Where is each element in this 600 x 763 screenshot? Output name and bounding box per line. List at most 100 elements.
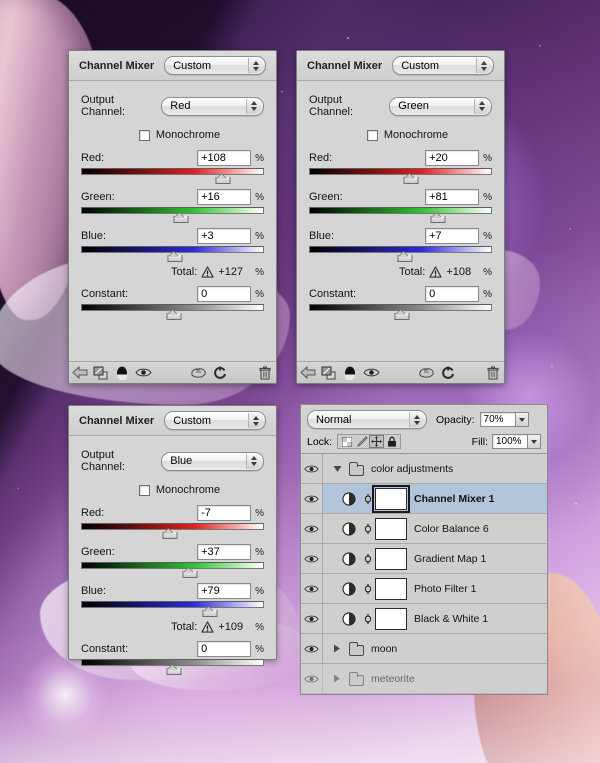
half-tone-icon[interactable] <box>112 366 133 380</box>
red-value-input[interactable]: +20 <box>425 150 480 166</box>
chevron-updown-icon[interactable] <box>476 58 491 73</box>
eye-icon[interactable] <box>301 604 323 633</box>
blue-slider-thumb[interactable] <box>167 252 183 262</box>
green-slider[interactable] <box>81 562 264 578</box>
blue-slider-thumb[interactable] <box>397 252 413 262</box>
hand-icon[interactable] <box>188 366 209 379</box>
layer-row-channel-mixer-1[interactable]: Channel Mixer 1 <box>301 484 547 514</box>
opacity-input[interactable]: 70% <box>479 412 516 427</box>
blue-slider[interactable] <box>81 246 264 262</box>
clip-to-layer-icon[interactable] <box>90 366 111 380</box>
chevron-updown-icon[interactable] <box>248 413 263 428</box>
constant-slider[interactable] <box>309 304 492 320</box>
layer-row-color-balance-6[interactable]: Color Balance 6 <box>301 514 547 544</box>
layer-row-moon[interactable]: moon <box>301 634 547 664</box>
monochrome-checkbox[interactable] <box>138 484 150 496</box>
blue-slider[interactable] <box>309 246 492 262</box>
trash-icon[interactable] <box>255 366 276 380</box>
green-slider[interactable] <box>81 207 264 223</box>
lock-button-group[interactable] <box>337 434 402 449</box>
channel-mixer-dialog-red[interactable]: Channel Mixer Custom Output Channel: Red… <box>68 50 277 384</box>
red-slider[interactable] <box>81 523 264 539</box>
fill-chevron-down-icon[interactable] <box>528 434 541 449</box>
opacity-chevron-down-icon[interactable] <box>515 412 529 427</box>
red-slider-thumb[interactable] <box>162 529 178 539</box>
eye-icon[interactable] <box>361 367 382 378</box>
constant-slider-thumb[interactable] <box>166 310 181 320</box>
green-value-input[interactable]: +16 <box>197 189 252 205</box>
output-channel-dropdown[interactable]: Green <box>389 96 492 116</box>
layer-row-color-adjustments[interactable]: color adjustments <box>301 454 547 484</box>
link-icon[interactable] <box>361 552 375 566</box>
red-slider[interactable] <box>81 168 264 184</box>
link-icon[interactable] <box>361 612 375 626</box>
monochrome-checkbox[interactable] <box>138 129 150 141</box>
constant-value-input[interactable]: 0 <box>197 286 252 302</box>
blend-mode-dropdown[interactable]: Normal <box>307 410 427 429</box>
reset-icon[interactable] <box>209 366 230 380</box>
layer-mask-thumbnail[interactable] <box>375 577 407 600</box>
preset-dropdown[interactable]: Custom <box>164 411 266 430</box>
preset-dropdown[interactable]: Custom <box>164 56 266 75</box>
eye-icon[interactable] <box>301 574 323 603</box>
constant-value-input[interactable]: 0 <box>425 286 480 302</box>
green-slider-thumb[interactable] <box>173 213 189 223</box>
eye-icon[interactable] <box>301 484 323 513</box>
half-tone-icon[interactable] <box>340 366 361 380</box>
lock-transparency-icon[interactable] <box>339 435 354 448</box>
back-arrow-icon[interactable] <box>69 366 90 379</box>
eye-icon[interactable] <box>133 367 154 378</box>
blue-value-input[interactable]: +79 <box>197 583 252 599</box>
layer-row-photo-filter-1[interactable]: Photo Filter 1 <box>301 574 547 604</box>
layer-mask-thumbnail[interactable] <box>375 607 407 630</box>
eye-icon[interactable] <box>301 514 323 543</box>
layers-palette[interactable]: Normal Opacity: 70% Lock: Fill: 100% col… <box>300 404 548 695</box>
output-channel-dropdown[interactable]: Red <box>161 96 264 116</box>
constant-slider[interactable] <box>81 304 264 320</box>
blue-value-input[interactable]: +3 <box>197 228 252 244</box>
link-icon[interactable] <box>361 582 375 596</box>
red-value-input[interactable]: -7 <box>197 505 252 521</box>
green-value-input[interactable]: +37 <box>197 544 252 560</box>
red-slider-thumb[interactable] <box>215 174 231 184</box>
clip-to-layer-icon[interactable] <box>318 366 339 380</box>
layer-row-black-and-white-1[interactable]: Black & White 1 <box>301 604 547 634</box>
preset-dropdown[interactable]: Custom <box>392 56 494 75</box>
chevron-updown-icon[interactable] <box>246 453 261 469</box>
trash-icon[interactable] <box>483 366 504 380</box>
hand-icon[interactable] <box>416 366 437 379</box>
disclosure-triangle-down-icon[interactable] <box>329 465 345 473</box>
link-icon[interactable] <box>361 522 375 536</box>
layers-list[interactable]: color adjustments Channel Mixer 1 Color … <box>300 453 548 695</box>
output-channel-dropdown[interactable]: Blue <box>161 451 264 471</box>
lock-position-move-icon[interactable] <box>369 435 385 448</box>
constant-slider[interactable] <box>81 659 264 675</box>
channel-mixer-dialog-blue[interactable]: Channel Mixer Custom Output Channel: Blu… <box>68 405 277 675</box>
chevron-updown-icon[interactable] <box>248 58 263 73</box>
reset-icon[interactable] <box>437 366 458 380</box>
eye-icon[interactable] <box>301 454 323 483</box>
monochrome-checkbox[interactable] <box>366 129 378 141</box>
disclosure-triangle-right-icon[interactable] <box>329 644 345 653</box>
dialog-footer-toolbar[interactable] <box>69 361 276 383</box>
dialog-footer-toolbar[interactable] <box>297 361 504 383</box>
disclosure-triangle-right-icon[interactable] <box>329 674 345 683</box>
chevron-updown-icon[interactable] <box>246 98 261 114</box>
layer-mask-thumbnail[interactable] <box>372 484 410 513</box>
eye-icon[interactable] <box>301 544 323 573</box>
link-icon[interactable] <box>361 492 375 506</box>
blue-value-input[interactable]: +7 <box>425 228 480 244</box>
constant-slider-thumb[interactable] <box>394 310 409 320</box>
green-slider-thumb[interactable] <box>182 568 198 578</box>
eye-icon[interactable] <box>301 664 323 693</box>
chevron-updown-icon[interactable] <box>409 412 424 427</box>
eye-icon[interactable] <box>301 634 323 663</box>
layer-row-gradient-map-1[interactable]: Gradient Map 1 <box>301 544 547 574</box>
red-slider-thumb[interactable] <box>403 174 419 184</box>
back-arrow-icon[interactable] <box>297 366 318 379</box>
blue-slider-thumb[interactable] <box>202 607 218 617</box>
lock-pixels-brush-icon[interactable] <box>354 435 369 448</box>
chevron-updown-icon[interactable] <box>474 98 489 114</box>
green-slider[interactable] <box>309 207 492 223</box>
red-slider[interactable] <box>309 168 492 184</box>
